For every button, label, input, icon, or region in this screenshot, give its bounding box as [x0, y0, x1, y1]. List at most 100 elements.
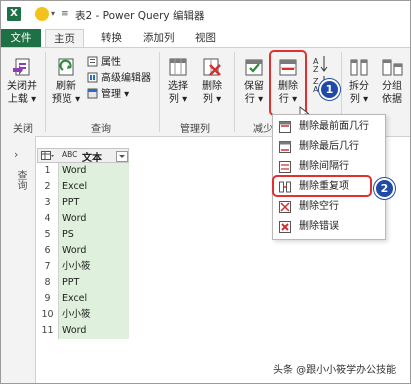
- menu-item-label: 删除最后几行: [299, 141, 359, 152]
- tab-home[interactable]: 主页: [45, 29, 84, 47]
- tab-add-column[interactable]: 添加列: [135, 29, 183, 47]
- tab-file[interactable]: 文件: [1, 29, 41, 47]
- split-column-icon: [348, 56, 370, 78]
- split-column-label-line2: 列 ▾: [349, 94, 369, 105]
- refresh-preview-button[interactable]: 刷新 预览 ▾: [51, 56, 81, 106]
- properties-button[interactable]: 属性: [87, 56, 121, 70]
- row-number: 9: [37, 291, 59, 307]
- advanced-editor-icon: [87, 72, 98, 83]
- cell-value[interactable]: Word: [59, 211, 129, 227]
- choose-columns-button[interactable]: 选择 列 ▾: [163, 56, 193, 106]
- menu-item-label: 删除最前面几行: [299, 121, 369, 132]
- group-by-button[interactable]: 分组 依据: [377, 56, 407, 106]
- cell-value[interactable]: Word: [59, 323, 129, 339]
- menu-item-remove-bottom-rows[interactable]: 删除最后几行: [273, 138, 385, 156]
- queries-label[interactable]: 查询: [13, 170, 28, 190]
- smiley-feedback-icon[interactable]: [35, 7, 49, 21]
- keep-rows-button[interactable]: 保留 行 ▾: [239, 56, 269, 106]
- advanced-editor-label: 高级编辑器: [101, 73, 151, 84]
- title-bar: X ▾ ≡ 表2 - Power Query 编辑器: [1, 1, 410, 29]
- cell-value[interactable]: 小小筱: [59, 259, 129, 275]
- table-row[interactable]: 7 小小筱: [37, 259, 129, 275]
- cell-value[interactable]: Word: [59, 243, 129, 259]
- table-row[interactable]: 6 Word: [37, 243, 129, 259]
- menu-item-label: 删除间隔行: [299, 161, 349, 172]
- cell-value[interactable]: Word: [59, 163, 129, 179]
- delete-columns-label-line1: 删除: [202, 81, 222, 92]
- table-row[interactable]: 2 Excel: [37, 179, 129, 195]
- quick-access-menu-icon[interactable]: ≡: [61, 9, 75, 23]
- remove-blank-rows-icon: [279, 201, 291, 213]
- split-column-button[interactable]: 拆分 列 ▾: [345, 56, 373, 106]
- row-number: 10: [37, 307, 59, 323]
- manage-button[interactable]: 管理 ▾: [87, 88, 129, 102]
- remove-errors-icon: [279, 221, 291, 233]
- menu-item-label: 删除空行: [299, 201, 339, 212]
- remove-alternate-rows-icon: [279, 161, 291, 173]
- group-by-icon: [381, 56, 403, 78]
- ribbon-separator: [234, 52, 235, 132]
- refresh-label-line2: 预览 ▾: [51, 94, 81, 105]
- cell-value[interactable]: Excel: [59, 179, 129, 195]
- column-header-text[interactable]: 文本: [82, 149, 102, 164]
- delete-columns-button[interactable]: 删除 列 ▾: [197, 56, 227, 106]
- group-by-label-line1: 分组: [382, 81, 402, 92]
- advanced-editor-button[interactable]: 高级编辑器: [87, 72, 151, 86]
- row-number: 7: [37, 259, 59, 275]
- table-row[interactable]: 3 PPT: [37, 195, 129, 211]
- column-filter-dropdown-icon[interactable]: [116, 151, 128, 162]
- keep-rows-label-line2: 行 ▾: [244, 94, 264, 105]
- cell-value[interactable]: PS: [59, 227, 129, 243]
- tab-transform[interactable]: 转换: [93, 29, 130, 47]
- column-type-icon[interactable]: ABC: [62, 150, 77, 159]
- table-row[interactable]: 1 Word: [37, 163, 129, 179]
- choose-columns-label-line2: 列 ▾: [168, 94, 188, 105]
- menu-item-remove-alternate-rows[interactable]: 删除间隔行: [273, 158, 385, 176]
- menu-item-remove-blank-rows[interactable]: 删除空行: [273, 198, 385, 216]
- group-label-close: 关闭: [13, 124, 33, 135]
- cell-value[interactable]: PPT: [59, 275, 129, 291]
- row-number: 6: [37, 243, 59, 259]
- row-number: 1: [37, 163, 59, 179]
- table-row[interactable]: 8 PPT: [37, 275, 129, 291]
- power-query-window: X ▾ ≡ 表2 - Power Query 编辑器 文件 主页 转换 添加列 …: [0, 0, 411, 384]
- remove-top-rows-icon: [279, 121, 291, 133]
- window-title: 表2 - Power Query 编辑器: [75, 10, 205, 22]
- properties-label: 属性: [101, 57, 121, 68]
- table-row[interactable]: 10 小小筱: [37, 307, 129, 323]
- expand-chevron-icon[interactable]: ›: [14, 148, 18, 161]
- ribbon-tab-bar: 文件 主页 转换 添加列 视图: [1, 29, 410, 47]
- choose-columns-label-line1: 选择: [168, 81, 188, 92]
- group-label-manage-columns: 管理列: [180, 124, 210, 135]
- table-row[interactable]: 4 Word: [37, 211, 129, 227]
- menu-item-label: 删除错误: [299, 221, 339, 232]
- group-by-label-line2: 依据: [382, 94, 402, 105]
- cell-value[interactable]: PPT: [59, 195, 129, 211]
- menu-item-remove-errors[interactable]: 删除错误: [273, 218, 385, 236]
- queries-panel-collapsed: › 查询: [1, 136, 36, 383]
- grid-header: ABC 文本: [37, 148, 129, 164]
- refresh-label-line1: 刷新: [56, 81, 76, 92]
- excel-app-icon: X: [7, 7, 21, 21]
- menu-item-remove-top-rows[interactable]: 删除最前面几行: [273, 118, 385, 136]
- keep-rows-icon: [243, 56, 265, 78]
- remove-bottom-rows-icon: [279, 141, 291, 153]
- group-label-query: 查询: [91, 124, 111, 135]
- table-row[interactable]: 5 PS: [37, 227, 129, 243]
- ribbon-separator: [159, 52, 160, 132]
- cell-value[interactable]: 小小筱: [59, 307, 129, 323]
- split-column-label-line1: 拆分: [349, 81, 369, 92]
- close-load-icon: [11, 56, 33, 78]
- delete-columns-label-line2: 列 ▾: [202, 94, 222, 105]
- close-and-load-button[interactable]: 关闭并 上载 ▾: [5, 56, 39, 106]
- cell-value[interactable]: Excel: [59, 291, 129, 307]
- tab-view[interactable]: 视图: [187, 29, 224, 47]
- group-label-reduce-rows: 减少: [253, 124, 273, 135]
- row-number: 2: [37, 179, 59, 195]
- table-row[interactable]: 11 Word: [37, 323, 129, 339]
- keep-rows-label-line1: 保留: [244, 81, 264, 92]
- table-row[interactable]: 9 Excel: [37, 291, 129, 307]
- manage-icon: [87, 88, 98, 99]
- properties-icon: [87, 56, 98, 67]
- svg-text:Z: Z: [313, 65, 319, 74]
